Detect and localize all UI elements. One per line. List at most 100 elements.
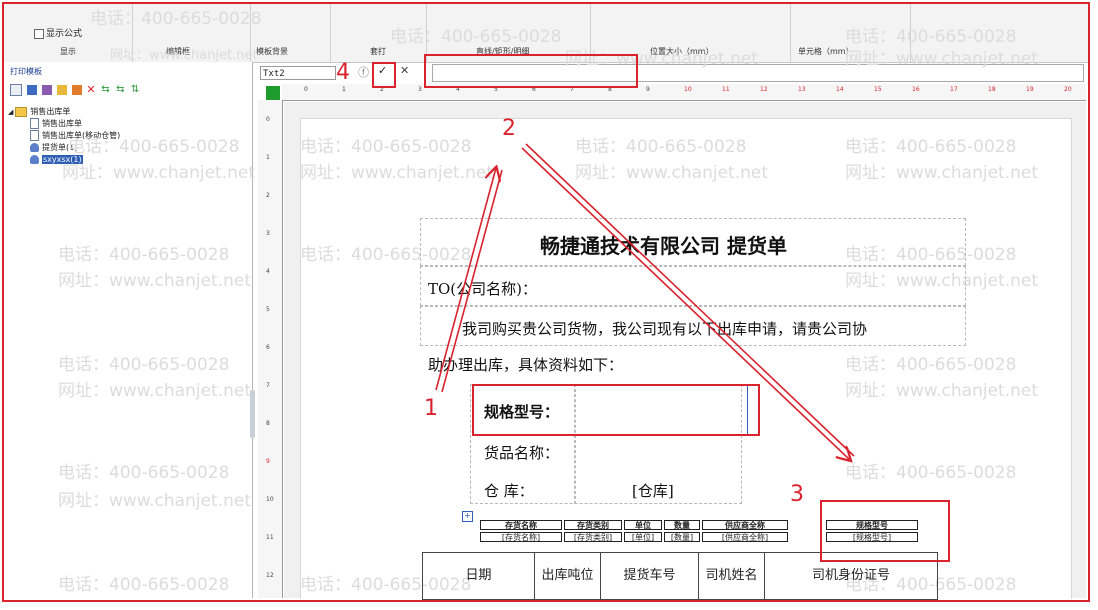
- ruler-tick-label: 14: [836, 86, 844, 93]
- new-icon[interactable]: [10, 84, 22, 96]
- template-tree: ◢ 销售出库单 销售出库单 销售出库单(移动仓管) 提货单(1) sxyxsx(1…: [8, 106, 120, 166]
- ruler-tick-label: 1: [342, 86, 346, 93]
- tree-item[interactable]: 销售出库单: [8, 118, 120, 130]
- tree-item[interactable]: 销售出库单(移动仓管): [8, 130, 120, 142]
- detail-header: 存货名称: [480, 520, 562, 530]
- vertical-ruler: 0 1 2 3 4 5 6 7 8 9 10 11 12: [258, 100, 283, 598]
- ruler-tick-label: 6: [266, 344, 270, 351]
- annotation-label-4: 4: [336, 60, 350, 85]
- ruler-tick-label: 9: [646, 86, 650, 93]
- group-label-background: 模板背景: [256, 47, 288, 56]
- group-display: 显示: [4, 4, 133, 62]
- annotation-box-3: [820, 500, 950, 562]
- document-icon: [30, 130, 39, 141]
- paragraph-line-2: 助办理出库，具体资料如下：: [428, 356, 624, 374]
- save-as-icon[interactable]: [41, 85, 52, 95]
- tree-label: 销售出库单: [42, 119, 82, 128]
- ruler-tick-label: 12: [760, 86, 768, 93]
- ruler-tick-label: 8: [266, 420, 270, 427]
- group-label-display: 显示: [60, 47, 76, 56]
- bottom-header: 司机姓名: [699, 553, 765, 599]
- horizontal-ruler: 0 1 2 3 4 5 6 7 8 9 10 11 12 13 14 15 16 17 18 19 20: [282, 84, 1086, 101]
- tree-item[interactable]: 提货单(1): [8, 142, 120, 154]
- group-overprint: 套打: [330, 4, 427, 62]
- tree-label: sxyxsx(1): [42, 155, 83, 164]
- tree-item-selected[interactable]: sxyxsx(1): [8, 154, 120, 166]
- detail-value: [单位]: [624, 532, 662, 542]
- ruler-tick-label: 1: [266, 154, 270, 161]
- detail-header: 供应商全称: [702, 520, 788, 530]
- ruler-tick-label: 5: [266, 306, 270, 313]
- group-cell: 单元格（mm）: [790, 4, 911, 62]
- delete-icon[interactable]: ✕: [86, 84, 96, 95]
- panel-title: 打印模板: [10, 67, 42, 76]
- annotation-box-4: [372, 62, 396, 88]
- ruler-tick-label: 3: [266, 230, 270, 237]
- cell-name-box[interactable]: Txt2: [260, 66, 336, 80]
- panel-splitter[interactable]: [250, 390, 255, 438]
- annotation-label-1: 1: [424, 396, 438, 421]
- ruler-tick-label: 0: [266, 116, 270, 123]
- panel-toolbar: ✕ ⇆ ⇆ ⇅: [10, 84, 143, 96]
- document-title: 畅捷通技术有限公司 提货单: [540, 234, 787, 258]
- tree-folder-sales-outbound[interactable]: ◢ 销售出库单: [8, 106, 120, 118]
- product-label: 货品名称：: [484, 444, 560, 462]
- group-label-position: 位置大小（mm）: [650, 47, 714, 56]
- group-edit: 编辑框: [132, 4, 251, 62]
- detail-value: [存货类别]: [564, 532, 622, 542]
- detail-value: [数量]: [664, 532, 700, 542]
- user-template-icon: [30, 143, 39, 152]
- warehouse-label: 仓 库：: [484, 482, 534, 500]
- ruler-tick-label: 3: [418, 86, 422, 93]
- template-panel: 打印模板 ✕ ⇆ ⇆ ⇅ ◢ 销售出库单 销售出库单 销售出库单(移动仓管) 提货…: [4, 62, 253, 598]
- refresh-icon[interactable]: ⇅: [131, 85, 141, 95]
- detail-header: 单位: [624, 520, 662, 530]
- ruler-origin-marker: [266, 86, 280, 100]
- ruler-tick-label: 20: [1064, 86, 1072, 93]
- paragraph-line-1: 我司购买贵公司货物，我公司现有以下出库申请，请贵公司协: [462, 320, 868, 338]
- group-background: 模板背景: [250, 4, 331, 62]
- annotation-label-3: 3: [790, 482, 804, 507]
- ruler-tick-label: 15: [874, 86, 882, 93]
- export-icon[interactable]: ⇆: [116, 85, 126, 95]
- ruler-tick-label: 4: [266, 268, 270, 275]
- user-template-icon: [30, 155, 39, 164]
- import-icon[interactable]: ⇆: [101, 85, 111, 95]
- bottom-header: 出库吨位: [535, 553, 601, 599]
- annotation-label-2: 2: [502, 116, 516, 141]
- ruler-tick-label: 19: [1026, 86, 1034, 93]
- group-label-edit: 编辑框: [166, 47, 190, 56]
- warehouse-value: [仓库]: [632, 482, 674, 500]
- ruler-tick-label: 11: [266, 534, 274, 541]
- ruler-tick-label: 17: [950, 86, 958, 93]
- cancel-icon[interactable]: ✕: [400, 64, 409, 77]
- ruler-tick-label: 13: [798, 86, 806, 93]
- save-icon[interactable]: [26, 85, 37, 95]
- ruler-tick-label: 0: [304, 86, 308, 93]
- open-icon[interactable]: [56, 85, 67, 95]
- ruler-tick-label: 12: [266, 572, 274, 579]
- bottom-header: 日期: [423, 553, 535, 599]
- ruler-tick-label: 16: [912, 86, 920, 93]
- ruler-tick-label: 7: [266, 382, 270, 389]
- ruler-tick-label: 9: [266, 458, 270, 465]
- ruler-tick-label: 10: [684, 86, 692, 93]
- table-move-handle-icon[interactable]: +: [462, 511, 473, 522]
- to-company-label: TO(公司名称)：: [428, 280, 538, 298]
- detail-header: 存货类别: [564, 520, 622, 530]
- folder-icon: [15, 106, 28, 117]
- group-label-cell: 单元格（mm）: [798, 47, 854, 56]
- detail-header: 数量: [664, 520, 700, 530]
- fx-icon[interactable]: ⓕ: [358, 64, 369, 80]
- edit-icon[interactable]: [71, 85, 82, 95]
- ruler-tick-label: 11: [722, 86, 730, 93]
- tree-label: 提货单(1): [42, 143, 78, 152]
- expand-icon[interactable]: ◢: [8, 108, 13, 116]
- ruler-tick-label: 10: [266, 496, 274, 503]
- group-label-overprint: 套打: [370, 47, 386, 56]
- annotation-box-1: [472, 384, 760, 436]
- bottom-header: 提货车号: [601, 553, 699, 599]
- annotation-box-2: [424, 54, 638, 88]
- ruler-tick-label: 2: [266, 192, 270, 199]
- document-icon: [30, 118, 39, 129]
